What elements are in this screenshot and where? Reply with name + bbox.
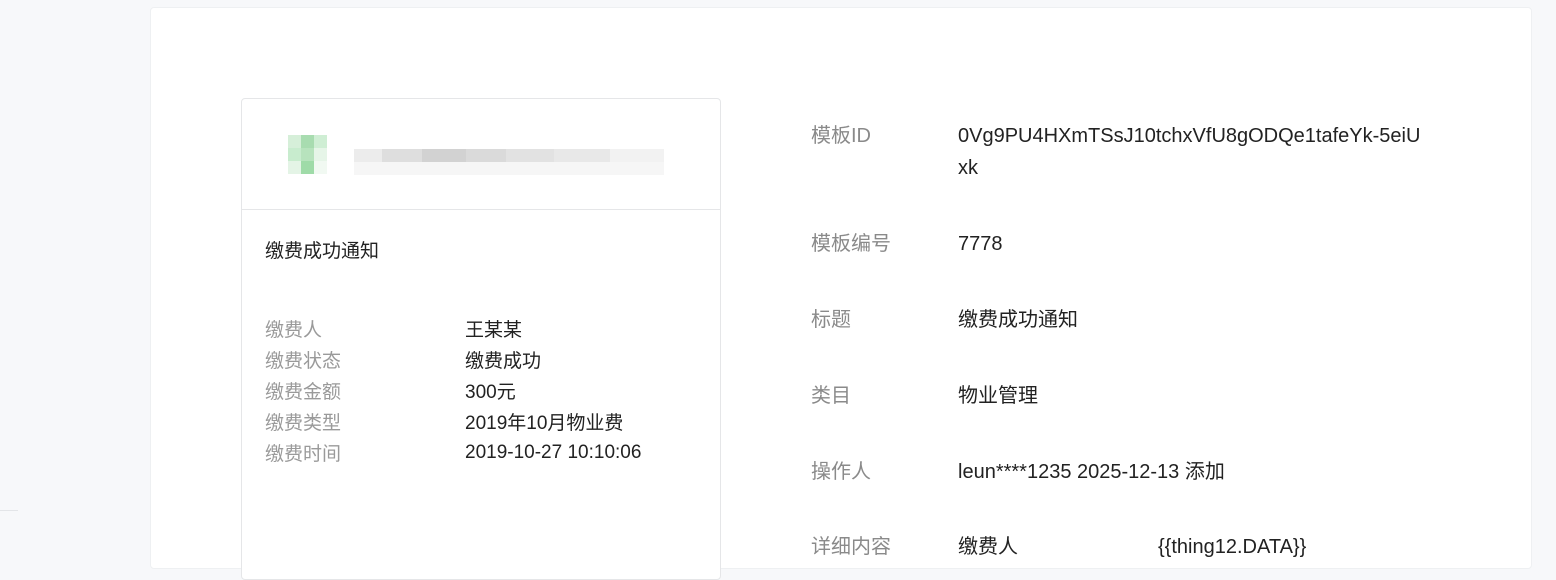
field-label: 缴费人 xyxy=(265,320,323,341)
field-value: 2019年10月物业费 xyxy=(465,413,624,434)
blurred-account-name xyxy=(354,149,664,175)
info-row-operator: 操作人 leun****1235 2025-12-13 添加 xyxy=(811,456,1428,488)
detail-field-label: 缴费人 xyxy=(958,536,1018,558)
field-value: 王某某 xyxy=(465,320,523,341)
category-value: 物业管理 xyxy=(958,385,1038,407)
blurred-avatar-icon xyxy=(288,135,328,175)
main-panel: 缴费成功通知 缴费人 王某某 缴费状态 缴费成功 缴费金额 300元 缴费类型 … xyxy=(150,7,1532,580)
field-label: 缴费金额 xyxy=(265,382,342,403)
detail-content: 缴费人 {{thing12.DATA}} xyxy=(958,531,1428,563)
preview-field-row: 缴费金额 300元 xyxy=(265,375,705,406)
field-label: 缴费类型 xyxy=(265,413,342,434)
template-preview-card: 缴费成功通知 缴费人 王某某 缴费状态 缴费成功 缴费金额 300元 缴费类型 … xyxy=(241,98,721,580)
field-value: 缴费成功 xyxy=(465,351,542,372)
field-label: 缴费时间 xyxy=(265,444,342,465)
detail-field-placeholder: {{thing12.DATA}} xyxy=(1158,536,1307,558)
preview-field-row: 缴费状态 缴费成功 xyxy=(265,344,705,375)
preview-card-header xyxy=(242,99,720,210)
left-sidebar-edge xyxy=(0,0,150,555)
info-label: 模板ID xyxy=(811,125,871,147)
title-value: 缴费成功通知 xyxy=(958,309,1078,331)
info-row-category: 类目 物业管理 xyxy=(811,380,1428,412)
info-label: 操作人 xyxy=(811,461,871,483)
template-no-value: 7778 xyxy=(958,233,1003,255)
sidebar-divider xyxy=(0,510,18,511)
preview-field-list: 缴费人 王某某 缴费状态 缴费成功 缴费金额 300元 缴费类型 2019年10… xyxy=(265,313,705,468)
template-id-value[interactable]: 0Vg9PU4HXmTSsJ10tchxVfU8gODQe1tafeYk-5ei… xyxy=(958,120,1428,184)
field-label: 缴费状态 xyxy=(265,351,342,372)
info-row-template-no: 模板编号 7778 xyxy=(811,228,1428,260)
preview-title: 缴费成功通知 xyxy=(265,241,380,262)
preview-field-row: 缴费类型 2019年10月物业费 xyxy=(265,406,705,437)
field-value: 300元 xyxy=(465,382,516,403)
info-label: 标题 xyxy=(811,309,851,331)
info-label: 类目 xyxy=(811,385,851,407)
info-row-title: 标题 缴费成功通知 xyxy=(811,304,1428,336)
info-row-detail: 详细内容 缴费人 {{thing12.DATA}} xyxy=(811,531,1428,563)
info-label: 详细内容 xyxy=(811,536,891,558)
preview-field-row: 缴费时间 2019-10-27 10:10:06 xyxy=(265,437,705,468)
info-row-template-id: 模板ID 0Vg9PU4HXmTSsJ10tchxVfU8gODQe1tafeY… xyxy=(811,120,1428,184)
preview-field-row: 缴费人 王某某 xyxy=(265,313,705,344)
operator-value: leun****1235 2025-12-13 添加 xyxy=(958,461,1225,483)
info-label: 模板编号 xyxy=(811,233,891,255)
field-value: 2019-10-27 10:10:06 xyxy=(465,441,642,463)
